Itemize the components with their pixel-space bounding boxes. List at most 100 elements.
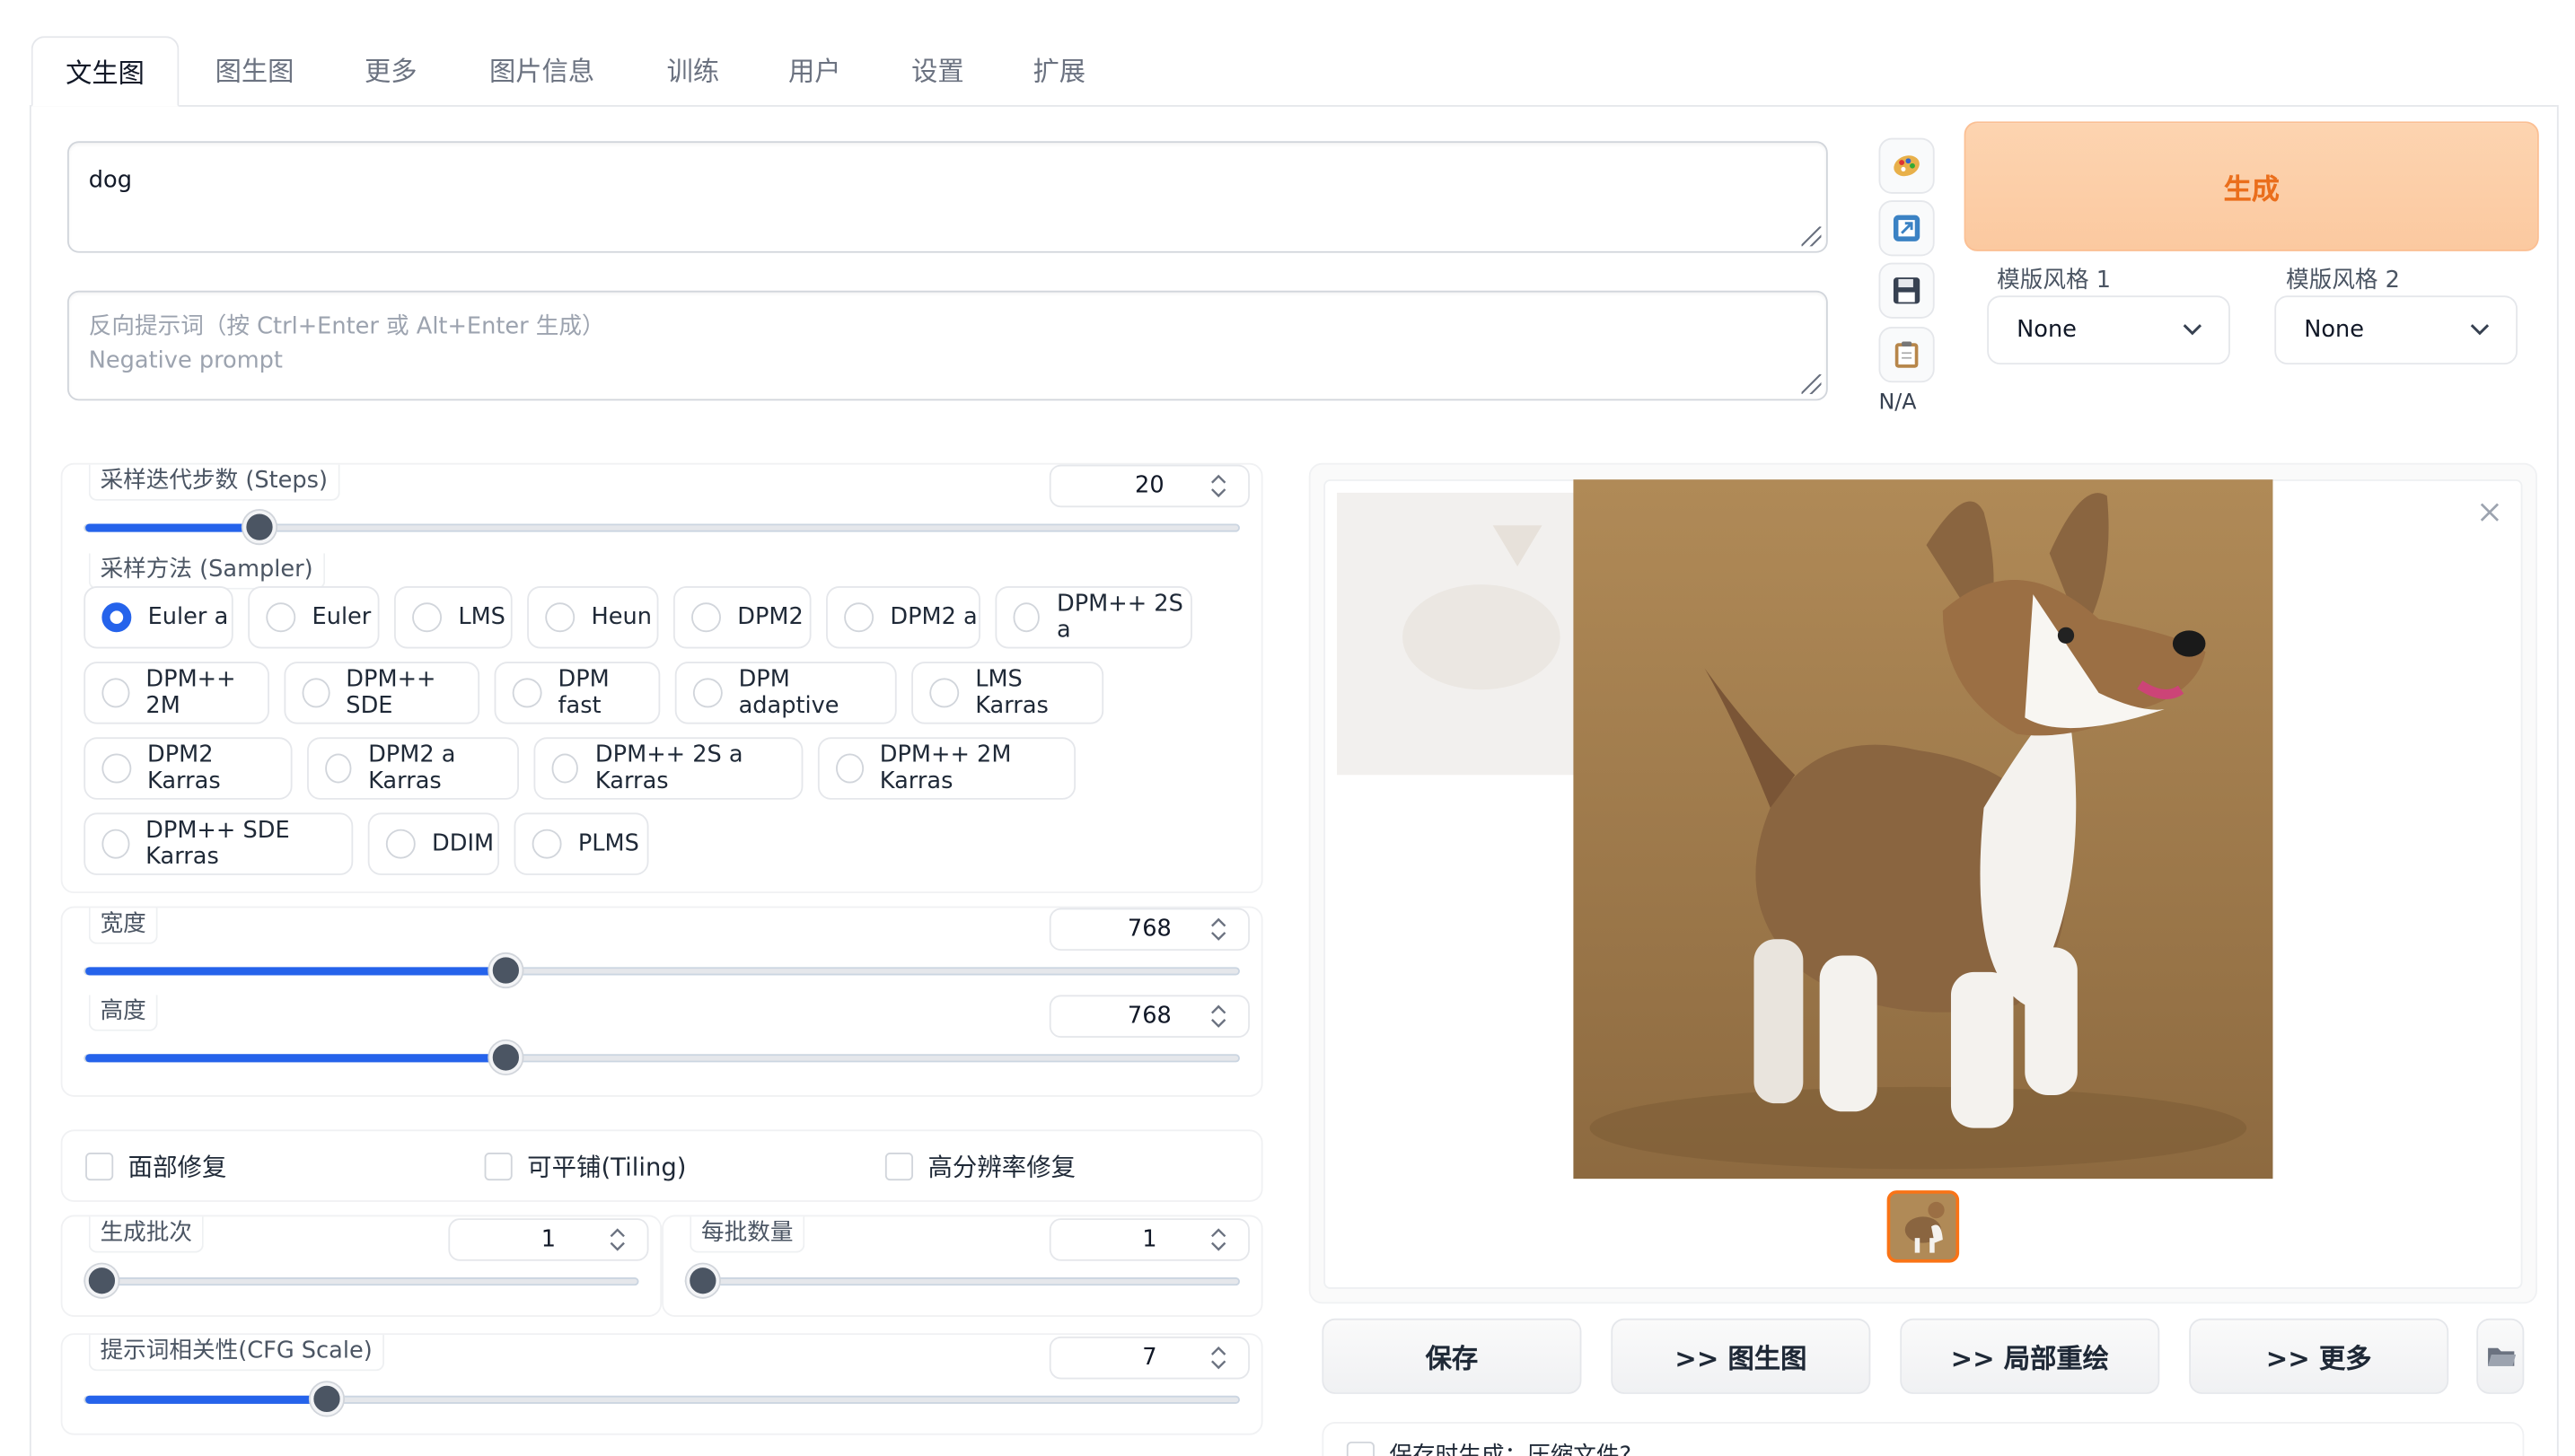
width-input[interactable]: 768 xyxy=(1049,908,1250,952)
batch-count-slider[interactable] xyxy=(83,1264,639,1297)
sampler-option-label: DPM++ 2M xyxy=(145,666,236,720)
sampler-option[interactable]: DPM2 xyxy=(672,585,812,649)
negative-prompt-input[interactable]: 反向提示词（按 Ctrl+Enter 或 Alt+Enter 生成） Negat… xyxy=(66,290,1828,401)
radio-dot[interactable] xyxy=(266,602,296,633)
tab-extensions[interactable]: 扩展 xyxy=(1010,36,1109,107)
radio-dot[interactable] xyxy=(844,602,874,633)
checkbox-box[interactable] xyxy=(884,1153,913,1181)
sampler-option[interactable]: DPM2 Karras xyxy=(83,737,293,800)
sampler-option[interactable]: DPM2 a Karras xyxy=(307,737,519,800)
send-to-extras-button[interactable]: >> 更多 xyxy=(2189,1318,2449,1394)
sampler-option[interactable]: Euler xyxy=(248,585,380,649)
palette-icon[interactable] xyxy=(1878,137,1935,194)
slider-thumb[interactable] xyxy=(488,1040,522,1074)
checkbox-box[interactable] xyxy=(484,1153,513,1181)
tab-txt2img[interactable]: 文生图 xyxy=(31,36,180,107)
arrow-out-icon[interactable] xyxy=(1878,200,1935,257)
radio-dot[interactable] xyxy=(545,602,576,633)
tab-users[interactable]: 用户 xyxy=(765,36,864,107)
radio-dot[interactable] xyxy=(836,753,864,784)
radio-dot[interactable] xyxy=(512,678,542,708)
radio-dot[interactable] xyxy=(101,753,131,784)
spinner-icon[interactable] xyxy=(1208,1226,1228,1252)
style-1-select[interactable]: None xyxy=(1987,295,2230,365)
tab-train[interactable]: 训练 xyxy=(644,36,743,107)
sampler-option[interactable]: LMS Karras xyxy=(911,662,1104,724)
spinner-icon[interactable] xyxy=(1208,917,1228,943)
radio-dot[interactable] xyxy=(302,678,330,708)
sampler-option[interactable]: DPM++ SDE xyxy=(284,662,480,724)
radio-dot[interactable] xyxy=(551,753,579,784)
zip-option-checkbox[interactable]: 保存时生成：压缩文件? xyxy=(1346,1438,1631,1456)
generate-button[interactable]: 生成 xyxy=(1964,121,2539,251)
radio-dot[interactable] xyxy=(101,678,130,708)
batch-size-input[interactable]: 1 xyxy=(1049,1218,1250,1261)
radio-dot[interactable] xyxy=(1013,602,1041,633)
open-folder-button[interactable] xyxy=(2476,1318,2525,1394)
batch-size-slider[interactable] xyxy=(684,1264,1240,1297)
height-slider[interactable] xyxy=(83,1040,1240,1074)
radio-dot[interactable] xyxy=(412,602,443,633)
radio-dot[interactable] xyxy=(532,829,562,859)
radio-dot[interactable] xyxy=(692,678,723,708)
resize-grip-icon[interactable] xyxy=(1801,226,1822,247)
clipboard-icon[interactable] xyxy=(1878,326,1935,383)
spinner-icon[interactable] xyxy=(608,1226,628,1252)
sampler-option[interactable]: DPM++ 2S a xyxy=(995,585,1192,649)
save-icon[interactable] xyxy=(1878,262,1935,319)
prompt-input[interactable]: dog xyxy=(66,141,1828,253)
face-restore-checkbox[interactable]: 面部修复 xyxy=(85,1149,226,1183)
tab-extras[interactable]: 更多 xyxy=(341,36,440,107)
cfg-input[interactable]: 7 xyxy=(1049,1336,1250,1380)
radio-dot[interactable] xyxy=(101,829,129,859)
checkbox-box[interactable] xyxy=(1346,1441,1375,1456)
sampler-option[interactable]: LMS xyxy=(393,585,513,649)
radio-dot[interactable] xyxy=(325,753,352,784)
generated-dog-image[interactable] xyxy=(1573,479,2273,1180)
width-slider[interactable] xyxy=(83,953,1240,987)
sampler-option[interactable]: DPM++ SDE Karras xyxy=(83,812,354,875)
radio-dot[interactable] xyxy=(691,602,721,633)
save-button[interactable]: 保存 xyxy=(1322,1318,1582,1394)
spinner-icon[interactable] xyxy=(1208,1004,1228,1030)
sampler-option[interactable]: DPM2 a xyxy=(826,585,980,649)
sampler-option[interactable]: PLMS xyxy=(514,812,649,875)
resize-grip-icon[interactable] xyxy=(1801,374,1822,394)
sampler-option[interactable]: DPM fast xyxy=(494,662,661,724)
close-icon[interactable] xyxy=(2478,501,2501,524)
radio-dot[interactable] xyxy=(929,678,959,708)
tab-settings[interactable]: 设置 xyxy=(889,36,988,107)
sampler-option[interactable]: Heun xyxy=(527,585,659,649)
send-to-inpaint-button[interactable]: >> 局部重绘 xyxy=(1900,1318,2160,1394)
spinner-icon[interactable] xyxy=(1208,473,1228,499)
cfg-slider[interactable] xyxy=(83,1382,1240,1416)
tab-img2img[interactable]: 图生图 xyxy=(197,36,312,107)
radio-dot[interactable] xyxy=(101,602,132,633)
batch-count-input[interactable]: 1 xyxy=(448,1218,649,1261)
slider-thumb[interactable] xyxy=(488,953,522,987)
sampler-option-label: DPM++ SDE xyxy=(346,666,436,720)
height-input[interactable]: 768 xyxy=(1049,995,1250,1038)
hires-fix-checkbox[interactable]: 高分辨率修复 xyxy=(884,1149,1076,1183)
checkbox-box[interactable] xyxy=(85,1153,114,1181)
sampler-option[interactable]: DDIM xyxy=(367,812,500,875)
send-to-img2img-button[interactable]: >> 图生图 xyxy=(1611,1318,1871,1394)
slider-thumb[interactable] xyxy=(85,1264,119,1297)
slider-thumb[interactable] xyxy=(242,510,276,544)
steps-slider[interactable] xyxy=(83,510,1240,544)
slider-thumb[interactable] xyxy=(310,1382,343,1416)
sampler-option[interactable]: DPM++ 2S a Karras xyxy=(533,737,804,800)
sampler-option[interactable]: DPM++ 2M Karras xyxy=(817,737,1077,800)
slider-thumb[interactable] xyxy=(686,1264,720,1297)
thumbnail-selected[interactable] xyxy=(1886,1190,1960,1263)
sampler-option[interactable]: DPM adaptive xyxy=(674,662,897,724)
sampler-option[interactable]: Euler a xyxy=(83,585,233,649)
spinner-icon[interactable] xyxy=(1208,1345,1228,1371)
tiling-checkbox[interactable]: 可平铺(Tiling) xyxy=(484,1149,686,1183)
sampler-option[interactable]: DPM++ 2M xyxy=(83,662,269,724)
batch-size-value: 1 xyxy=(1142,1226,1157,1253)
radio-dot[interactable] xyxy=(385,829,416,859)
tab-png-info[interactable]: 图片信息 xyxy=(471,36,612,107)
style-2-select[interactable]: None xyxy=(2274,295,2518,365)
steps-input[interactable]: 20 xyxy=(1049,464,1250,508)
